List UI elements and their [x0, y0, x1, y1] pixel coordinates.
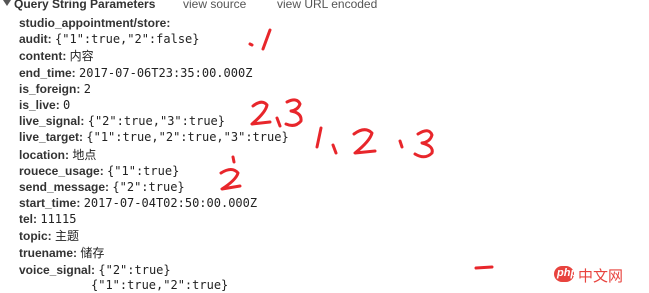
- param-value: {"2":true}: [98, 263, 171, 277]
- param-row-location: location: 地点: [19, 147, 96, 163]
- param-row-start-time: start_time: 2017-07-04T02:50:00.000Z: [19, 195, 257, 211]
- param-row-cut-off: {"1":true,"2":true}: [91, 277, 228, 293]
- param-key: topic:: [19, 229, 52, 243]
- php-cn-watermark: php 中文网: [554, 264, 649, 285]
- param-value: 2017-07-06T23:35:00.000Z: [79, 66, 253, 80]
- param-value: 11115: [40, 212, 77, 226]
- param-key: end_time:: [19, 66, 76, 80]
- php-logo-text: php: [557, 267, 578, 279]
- param-key: send_message:: [19, 180, 110, 194]
- param-value: {"2":true,"3":true}: [87, 114, 225, 128]
- param-row-rouece-usage: rouece_usage: {"1":true}: [19, 163, 179, 179]
- param-value: 2017-07-04T02:50:00.000Z: [83, 196, 258, 210]
- param-key: content:: [19, 49, 67, 63]
- param-row-end-time: end_time: 2017-07-06T23:35:00.000Z: [19, 65, 252, 81]
- annotation-dash-near-voice-signal: [474, 265, 494, 270]
- param-value: 地点: [72, 148, 97, 162]
- param-value: 内容: [69, 49, 94, 63]
- param-row-topic: topic: 主题: [19, 228, 79, 244]
- param-key: audit:: [19, 32, 52, 46]
- param-row-live-signal: live_signal: {"2":true,"3":true}: [19, 113, 225, 129]
- param-value: 主题: [55, 229, 80, 243]
- param-key: is_live:: [19, 98, 60, 112]
- param-row-tel: tel: 11115: [19, 211, 76, 227]
- collapse-triangle-icon[interactable]: [3, 0, 11, 6]
- param-row-truename: truename: 储存: [19, 245, 104, 261]
- param-row-send-message: send_message: {"2":true}: [19, 179, 185, 195]
- param-value: {"1":true,"2":true}: [91, 278, 229, 292]
- param-value: {"1":true,"2":true,"3":true}: [86, 130, 289, 144]
- param-row-live-target: live_target: {"1":true,"2":true,"3":true…: [19, 129, 289, 145]
- param-row-is-foreign: is_foreign: 2: [19, 81, 91, 97]
- view-url-encoded-link[interactable]: view URL encoded: [277, 0, 377, 11]
- section-title[interactable]: Query String Parameters: [14, 0, 155, 11]
- param-key: voice_signal:: [19, 263, 96, 277]
- view-source-link[interactable]: view source: [183, 0, 246, 11]
- php-logo-icon: php: [554, 266, 578, 282]
- param-key: is_foreign:: [19, 82, 81, 96]
- query-string-header[interactable]: Query String Parameters view source view…: [0, 0, 649, 13]
- param-key: studio_appointment/store:: [19, 16, 171, 30]
- param-value: 储存: [80, 246, 105, 260]
- annotation-1-near-audit: [248, 28, 272, 51]
- annotation-2-near-send-message: [219, 155, 242, 191]
- param-row-content: content: 内容: [19, 48, 94, 64]
- param-value: 2: [83, 82, 91, 96]
- param-key: location:: [19, 148, 69, 162]
- param-row-voice-signal: voice_signal: {"2":true}: [19, 262, 171, 278]
- annotation-1-2-3-near-live-target: [315, 126, 434, 159]
- param-key: rouece_usage:: [19, 164, 104, 178]
- param-key: live_target:: [19, 130, 84, 144]
- param-value: {"2":true}: [112, 180, 185, 194]
- param-key: live_signal:: [19, 114, 85, 128]
- param-value: 0: [63, 98, 71, 112]
- param-key: truename:: [19, 246, 78, 260]
- query-string-panel: Query String Parameters view source view…: [0, 0, 649, 292]
- param-key: tel:: [19, 212, 37, 226]
- param-row-is-live: is_live: 0: [19, 97, 70, 113]
- param-row-studio-appointment: studio_appointment/store:: [19, 15, 170, 31]
- param-value: {"1":true}: [107, 164, 180, 178]
- param-value: {"1":true,"2":false}: [55, 32, 200, 46]
- param-key: start_time:: [19, 196, 81, 210]
- param-row-audit: audit: {"1":true,"2":false}: [19, 31, 200, 47]
- annotation-2-3-near-live-signal: [250, 98, 303, 128]
